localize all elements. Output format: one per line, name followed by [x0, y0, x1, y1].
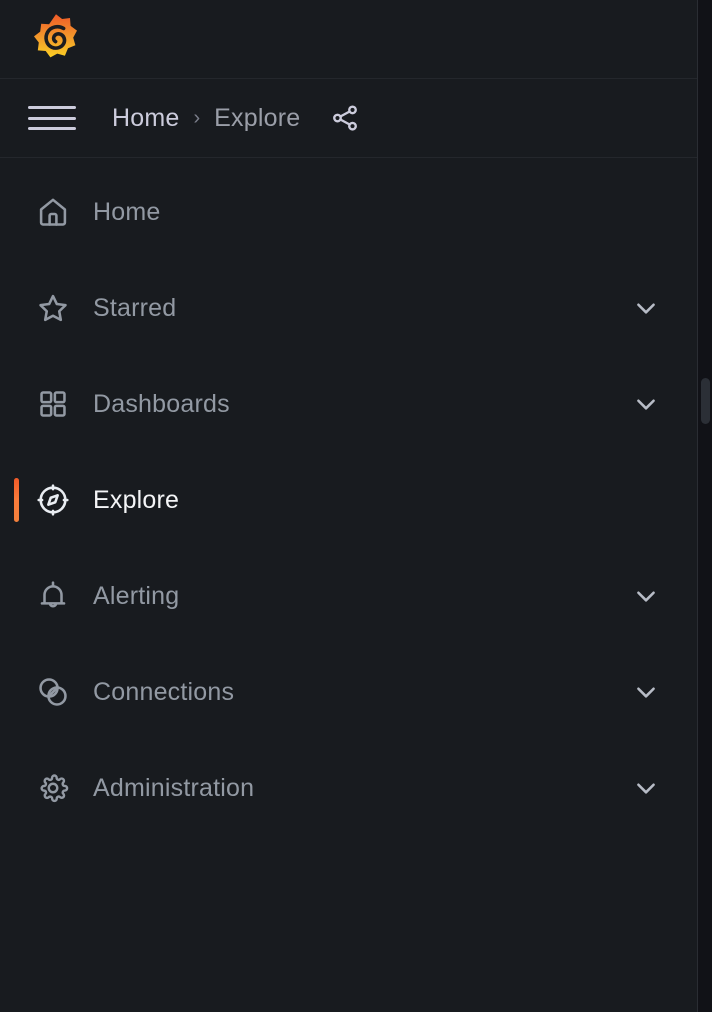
top-navigation-bar: Home › Explore	[0, 79, 697, 158]
dashboards-grid-icon	[34, 385, 72, 423]
breadcrumb-item-explore[interactable]: Explore	[214, 104, 300, 133]
breadcrumb-item-home[interactable]: Home	[112, 104, 180, 133]
sidebar-item-alerting[interactable]: Alerting	[0, 548, 697, 644]
chevron-down-icon[interactable]	[631, 677, 661, 707]
sidebar-item-explore[interactable]: Explore	[0, 452, 697, 548]
brand-row	[0, 0, 697, 79]
chevron-down-icon[interactable]	[631, 389, 661, 419]
breadcrumb: Home › Explore	[112, 104, 300, 133]
hamburger-bar-3	[28, 127, 76, 130]
grafana-logo[interactable]	[29, 12, 83, 66]
sidebar-item-label: Home	[93, 197, 161, 226]
sidebar-item-home[interactable]: Home	[0, 164, 697, 260]
sidebar-item-label: Connections	[93, 677, 235, 706]
star-icon	[34, 289, 72, 327]
sidebar-item-label: Explore	[93, 485, 180, 514]
active-indicator	[14, 478, 19, 522]
chevron-down-icon[interactable]	[631, 581, 661, 611]
home-icon	[34, 193, 72, 231]
hamburger-bar-1	[28, 106, 76, 109]
sidebar-item-connections[interactable]: Connections	[0, 644, 697, 740]
compass-icon	[34, 481, 72, 519]
mega-menu-drawer: Home › Explore Home Starred Dashboards E…	[0, 0, 698, 1012]
sidebar-item-label: Starred	[93, 293, 177, 322]
gear-icon	[34, 769, 72, 807]
page-scrollbar[interactable]	[698, 0, 712, 1012]
sidebar-item-administration[interactable]: Administration	[0, 740, 697, 836]
sidebar-item-starred[interactable]: Starred	[0, 260, 697, 356]
hamburger-bar-2	[28, 116, 76, 120]
mega-menu-nav-list: Home Starred Dashboards Explore Alerting…	[0, 158, 697, 836]
share-icon[interactable]	[326, 99, 364, 137]
hamburger-menu-icon[interactable]	[28, 103, 82, 133]
page-scrollbar-thumb[interactable]	[701, 378, 710, 424]
bell-icon	[34, 577, 72, 615]
breadcrumb-separator-icon: ›	[193, 107, 201, 129]
chevron-down-icon[interactable]	[631, 293, 661, 323]
grafana-app-root: Home › Explore Home Starred Dashboards E…	[0, 0, 712, 1012]
sidebar-item-label: Alerting	[93, 581, 180, 610]
connections-icon	[34, 673, 72, 711]
sidebar-item-label: Administration	[93, 773, 255, 802]
sidebar-item-label: Dashboards	[93, 389, 230, 418]
chevron-down-icon[interactable]	[631, 773, 661, 803]
sidebar-item-dashboards[interactable]: Dashboards	[0, 356, 697, 452]
